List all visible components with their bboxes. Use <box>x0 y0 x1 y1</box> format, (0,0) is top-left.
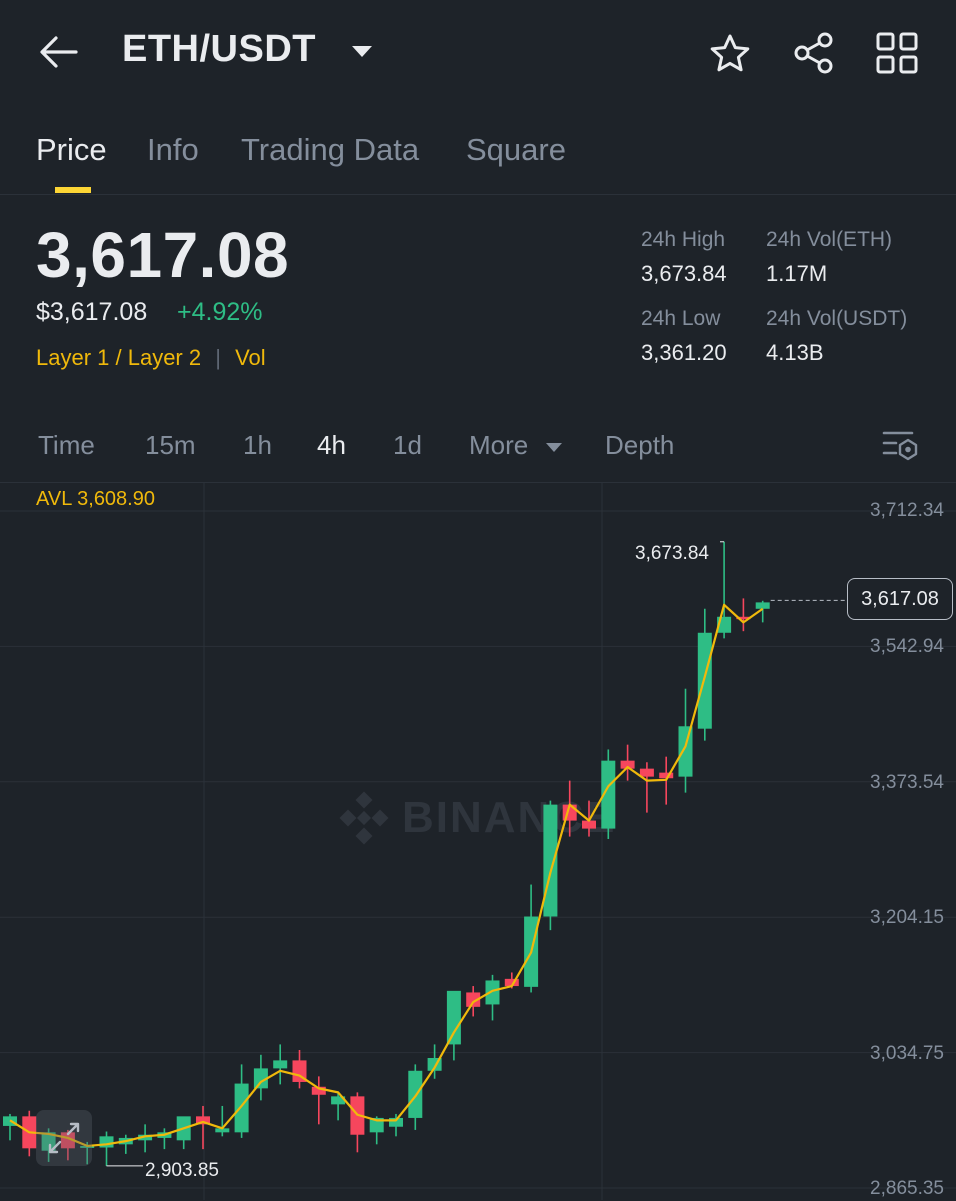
high-marker-label: 3,673.84 <box>635 543 709 564</box>
tag-vol[interactable]: Vol <box>235 345 266 370</box>
interval-time[interactable]: Time <box>38 430 95 461</box>
y-axis-label: 3,542.94 <box>870 636 944 657</box>
tab-price[interactable]: Price <box>36 132 107 168</box>
current-price-tag: 3,617.08 <box>847 578 953 620</box>
back-button[interactable] <box>36 32 82 72</box>
favorite-button[interactable] <box>708 32 752 76</box>
stat-high-value: 3,673.84 <box>641 261 727 286</box>
share-button[interactable] <box>792 30 836 76</box>
interval-more-label: More <box>469 430 529 460</box>
moving-average-line <box>9 603 764 1148</box>
low-marker-label: 2,903.85 <box>145 1160 219 1181</box>
stat-low-label: 24h Low <box>641 307 721 330</box>
share-icon <box>794 32 833 74</box>
candle-body <box>408 1070 423 1118</box>
y-axis-label: 2,865.35 <box>870 1178 944 1199</box>
tab-trading-data[interactable]: Trading Data <box>241 132 419 168</box>
candle-body <box>543 804 558 917</box>
candle-body <box>446 990 461 1045</box>
interval-1d[interactable]: 1d <box>393 430 422 461</box>
caret-down-icon <box>352 46 372 57</box>
interval-more[interactable]: More <box>469 430 563 461</box>
grid-icon <box>876 32 918 74</box>
interval-1h[interactable]: 1h <box>243 430 272 461</box>
stat-vol-eth-value: 1.17M <box>766 261 828 286</box>
stat-vol-usdt-value: 4.13B <box>766 340 824 365</box>
chart-settings-icon <box>882 431 918 461</box>
tag-separator: | <box>215 345 221 370</box>
candle-body <box>273 1060 288 1069</box>
pair-dropdown-button[interactable] <box>350 42 374 60</box>
stat-high-label: 24h High <box>641 228 726 251</box>
candle-body <box>582 820 596 829</box>
y-axis-label: 3,373.54 <box>870 772 944 793</box>
candle-body <box>234 1083 249 1133</box>
interval-15m[interactable]: 15m <box>145 430 196 461</box>
star-icon <box>710 34 750 72</box>
tab-square[interactable]: Square <box>466 132 566 168</box>
tab-info[interactable]: Info <box>147 132 199 168</box>
tag-layer[interactable]: Layer 1 / Layer 2 <box>36 345 201 370</box>
avl-indicator: AVL 3,608.90 <box>36 488 155 510</box>
last-price: 3,617.08 <box>36 219 290 291</box>
usd-price: $3,617.08 <box>36 298 148 326</box>
candle-body <box>678 726 693 777</box>
stat-vol-eth-label: 24h Vol(ETH) <box>766 228 893 251</box>
fullscreen-button[interactable] <box>36 1110 92 1166</box>
interval-4h[interactable]: 4h <box>317 430 346 461</box>
candlestick-chart[interactable] <box>0 483 956 1200</box>
tab-bar: Price Info Trading Data Square <box>0 128 956 195</box>
stat-vol-usdt-label: 24h Vol(USDT) <box>766 307 908 330</box>
y-axis-label: 3,204.15 <box>870 907 944 928</box>
candle-body <box>99 1136 114 1148</box>
pair-title[interactable]: ETH/USDT <box>122 28 316 71</box>
arrow-left-icon <box>40 36 78 68</box>
caret-down-icon <box>546 443 563 453</box>
chart-settings-button[interactable] <box>882 428 920 462</box>
category-tags: Layer 1 / Layer 2 | Vol <box>36 345 266 371</box>
expand-arrows-icon <box>48 1122 80 1154</box>
price-change-percent: +4.92% <box>177 298 263 326</box>
more-menu-button[interactable] <box>876 32 918 74</box>
active-tab-indicator <box>55 187 91 193</box>
candle-body <box>639 768 654 777</box>
y-axis-label: 3,712.34 <box>870 500 944 521</box>
candle-body <box>755 602 770 609</box>
stat-low-value: 3,361.20 <box>641 340 727 365</box>
y-axis-label: 3,034.75 <box>870 1043 944 1064</box>
interval-depth[interactable]: Depth <box>605 430 674 461</box>
